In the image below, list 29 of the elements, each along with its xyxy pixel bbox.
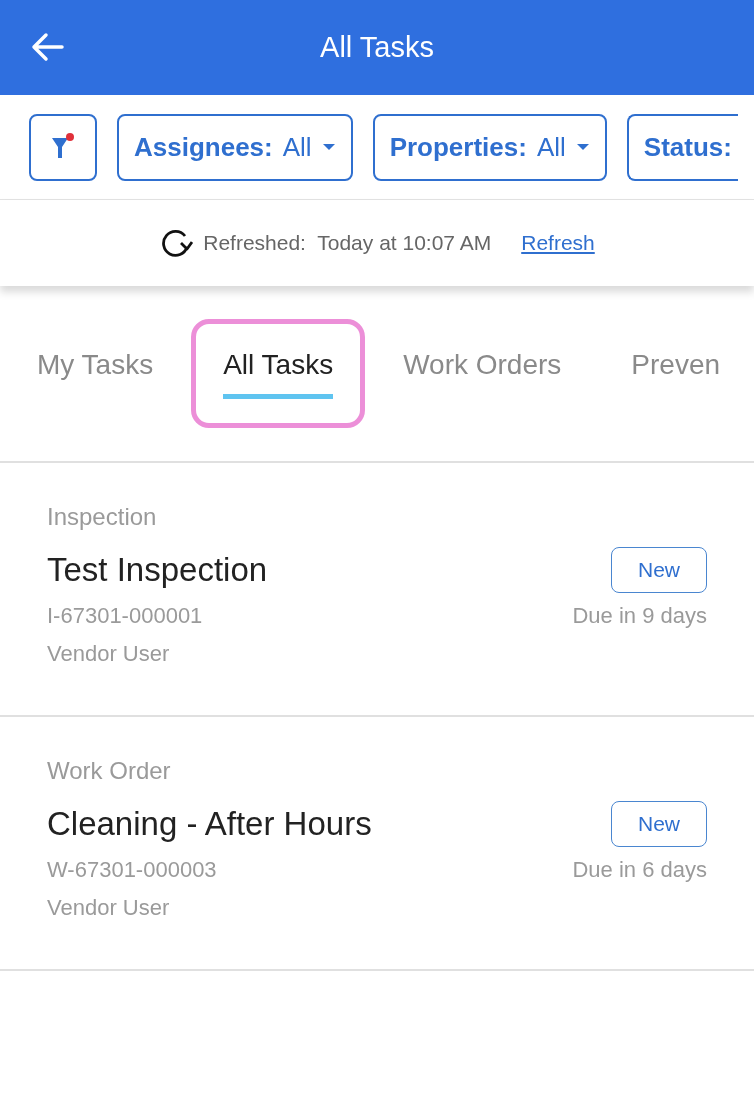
tab[interactable]: Work Orders xyxy=(403,319,562,428)
task-id: W-67301-000003 xyxy=(47,856,217,884)
filter-dropdown[interactable]: Assignees: All xyxy=(117,113,353,181)
due-date: Due in 6 days xyxy=(572,856,707,884)
tab[interactable]: My Tasks xyxy=(37,319,154,428)
task-card[interactable]: Work Order Cleaning - After Hours New W-67301-000003 Due in 6 days Vendor User xyxy=(0,717,754,971)
status-badge: New xyxy=(611,547,707,593)
task-title: Test Inspection xyxy=(47,550,268,590)
status-badge: New xyxy=(611,801,707,847)
task-id: I-67301-000001 xyxy=(47,602,203,630)
filter-dropdown[interactable]: Status: xyxy=(626,113,738,181)
back-arrow-icon xyxy=(30,32,64,62)
page-title: All Tasks xyxy=(320,29,434,65)
caret-icon xyxy=(575,143,590,151)
task-type: Inspection xyxy=(47,502,158,532)
task-type: Work Order xyxy=(47,756,172,786)
due-date: Due in 9 days xyxy=(572,602,707,630)
filter-button[interactable] xyxy=(29,113,97,181)
tab[interactable]: Preven xyxy=(631,319,721,428)
tab[interactable]: All Tasks xyxy=(191,319,366,428)
refresh-link[interactable]: Refresh xyxy=(521,227,595,259)
refresh-icon xyxy=(159,227,194,259)
filter-dropdown[interactable]: Properties: All xyxy=(372,113,607,181)
task-title: Cleaning - After Hours xyxy=(47,804,372,844)
assignee: Vendor User xyxy=(47,894,171,922)
task-card[interactable]: Inspection Test Inspection New I-67301-000001 Due in 9 days Vendor User xyxy=(0,463,754,717)
assignee: Vendor User xyxy=(47,640,171,668)
refreshed-text: Refreshed: Today at 10:07 AM xyxy=(203,230,492,257)
caret-icon xyxy=(321,143,336,151)
